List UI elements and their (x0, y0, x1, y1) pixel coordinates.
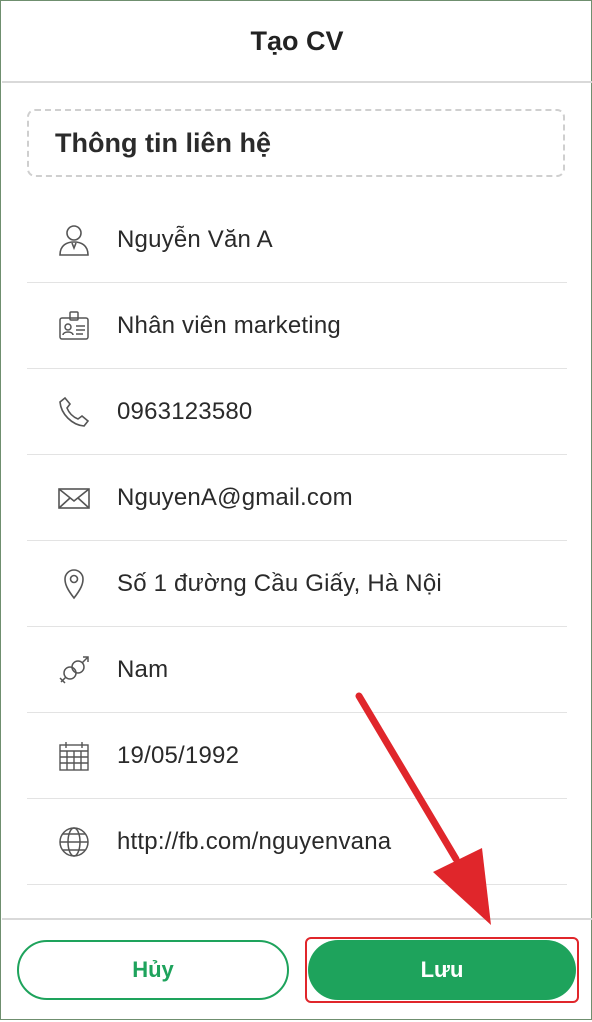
field-address[interactable]: Số 1 đường Cầu Giấy, Hà Nội (27, 541, 567, 627)
save-button[interactable]: Lưu (308, 940, 576, 1000)
field-name[interactable]: Nguyễn Văn A (27, 197, 567, 283)
section-title: Thông tin liên hệ (55, 127, 271, 158)
contact-fields: Nguyễn Văn A Nhân viên marketing 0963123… (27, 197, 567, 885)
field-value: 19/05/1992 (117, 741, 240, 769)
field-value: Nam (117, 655, 169, 683)
id-badge-icon (57, 309, 91, 343)
field-gender[interactable]: Nam (27, 627, 567, 713)
field-email[interactable]: NguyenA@gmail.com (27, 455, 567, 541)
page-title: Tạo CV (250, 26, 344, 56)
location-pin-icon (57, 567, 91, 601)
field-value: NguyenA@gmail.com (117, 483, 353, 511)
calendar-icon (57, 739, 91, 773)
person-icon (57, 223, 91, 257)
gender-icon (57, 653, 91, 687)
field-value: http://fb.com/nguyenvana (117, 827, 392, 855)
field-birthday[interactable]: 19/05/1992 (27, 713, 567, 799)
app-screen: Tạo CV Thông tin liên hệ Nguyễn Văn A Nh… (0, 0, 592, 1020)
envelope-icon (57, 481, 91, 515)
field-phone[interactable]: 0963123580 (27, 369, 567, 455)
field-value: Số 1 đường Cầu Giấy, Hà Nội (117, 569, 442, 597)
cancel-button[interactable]: Hủy (17, 940, 289, 1000)
field-value: Nhân viên marketing (117, 311, 341, 339)
footer-actions: Hủy Lưu (2, 918, 592, 1022)
globe-icon (57, 825, 91, 859)
header: Tạo CV (2, 2, 592, 83)
field-website[interactable]: http://fb.com/nguyenvana (27, 799, 567, 885)
field-value: 0963123580 (117, 397, 253, 425)
field-value: Nguyễn Văn A (117, 225, 273, 253)
phone-icon (57, 395, 91, 429)
field-position[interactable]: Nhân viên marketing (27, 283, 567, 369)
section-header: Thông tin liên hệ (27, 109, 565, 177)
